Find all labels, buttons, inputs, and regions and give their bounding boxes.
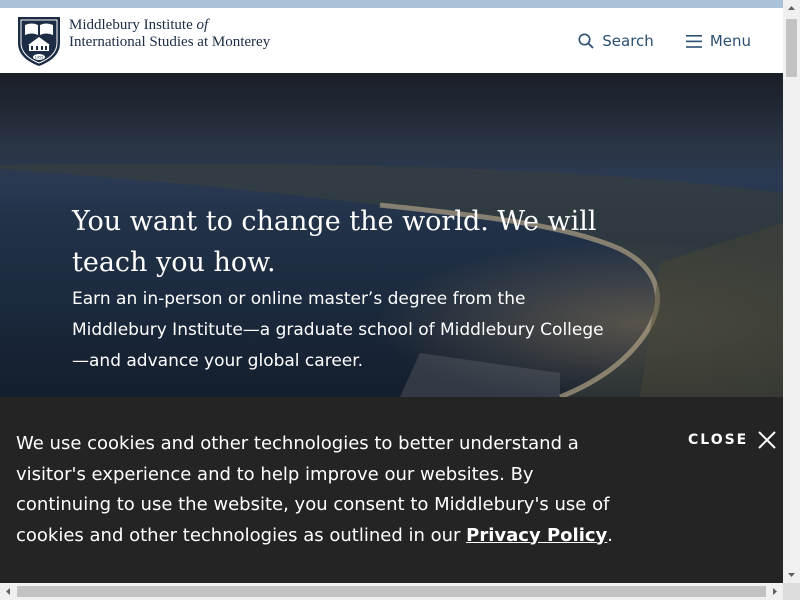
- institute-shield-logo[interactable]: 1955: [16, 15, 62, 67]
- vertical-scroll-thumb[interactable]: [786, 19, 797, 77]
- hero-title: You want to change the world. We will te…: [72, 206, 597, 278]
- hamburger-icon: [685, 34, 702, 48]
- privacy-policy-link[interactable]: Privacy Policy: [466, 525, 607, 546]
- horizontal-scroll-thumb[interactable]: [17, 586, 766, 597]
- search-button[interactable]: Search: [578, 32, 654, 50]
- scroll-left-arrow-icon[interactable]: [0, 583, 17, 600]
- close-icon: [758, 431, 776, 449]
- hero-section: You want to change the world. We will te…: [0, 73, 783, 397]
- cookie-banner: We use cookies and other technologies to…: [0, 397, 783, 583]
- institute-name[interactable]: Middlebury Institute of International St…: [69, 17, 270, 51]
- search-label: Search: [602, 32, 654, 50]
- menu-label: Menu: [709, 32, 751, 50]
- scrollbar-corner: [783, 583, 800, 600]
- search-icon: [578, 33, 594, 49]
- menu-button[interactable]: Menu: [685, 32, 751, 50]
- top-accent-strip: [0, 0, 800, 8]
- header-actions: Search Menu: [578, 32, 751, 50]
- institute-name-line1: Middlebury Institute: [69, 17, 197, 33]
- scroll-down-arrow-icon[interactable]: [783, 566, 800, 583]
- horizontal-scrollbar[interactable]: [0, 583, 783, 600]
- hero-subtitle: Earn an in-person or online master’s deg…: [72, 289, 604, 371]
- site-header: 1955 Middlebury Institute of Internation…: [0, 8, 783, 74]
- scroll-up-arrow-icon[interactable]: [783, 0, 800, 17]
- vertical-scrollbar[interactable]: [783, 0, 800, 583]
- cookie-message: We use cookies and other technologies to…: [16, 429, 626, 551]
- institute-name-of: of: [196, 17, 209, 33]
- cookie-close-button[interactable]: CLOSE: [688, 431, 776, 449]
- scroll-right-arrow-icon[interactable]: [766, 583, 783, 600]
- seal-year: 1955: [35, 56, 44, 60]
- institute-name-line2: International Studies at Monterey: [69, 34, 271, 50]
- cookie-close-label: CLOSE: [688, 432, 749, 448]
- cookie-message-end: .: [607, 524, 613, 546]
